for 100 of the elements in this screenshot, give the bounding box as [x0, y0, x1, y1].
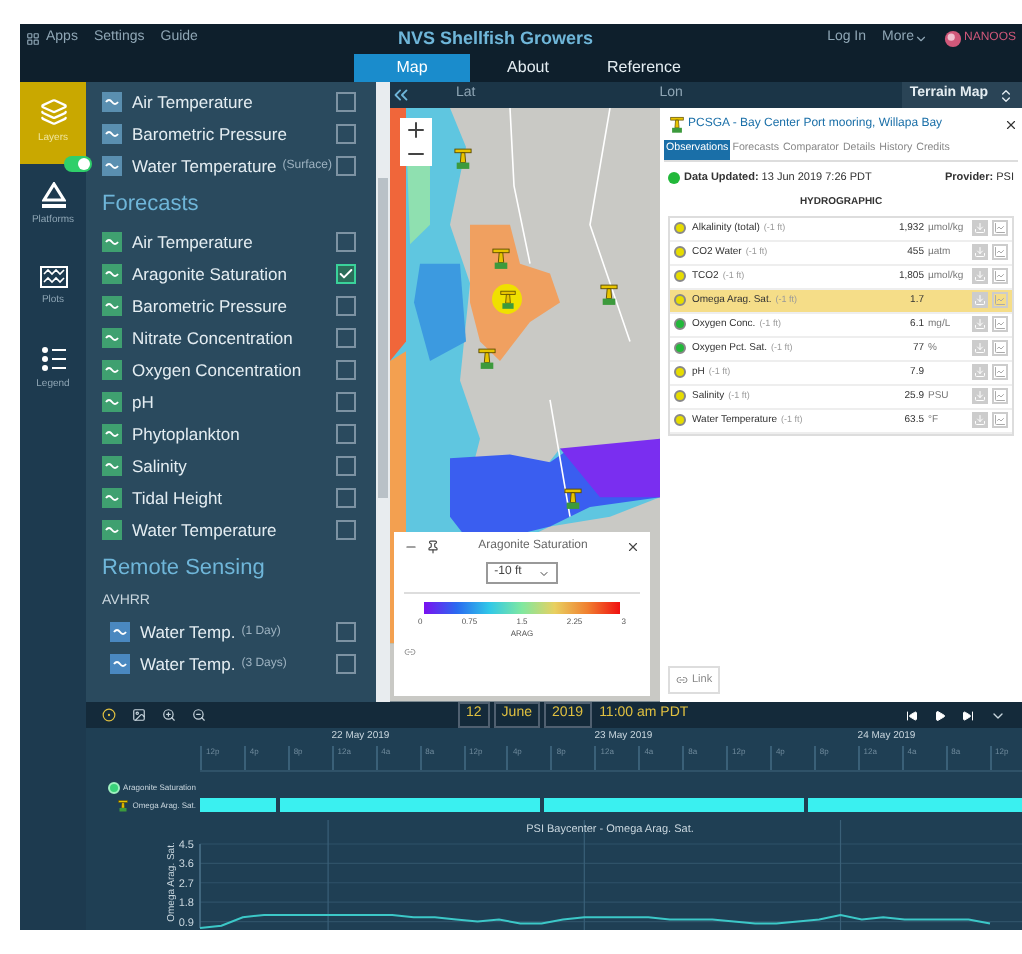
- tower-icon: [492, 248, 510, 271]
- wave-tile-icon: [102, 328, 122, 349]
- chart-button[interactable]: [992, 364, 1008, 381]
- link-icon[interactable]: [404, 646, 416, 658]
- section-heading: Forecasts: [102, 189, 201, 220]
- checkbox[interactable]: [336, 92, 356, 113]
- minimize-icon[interactable]: [404, 540, 418, 554]
- layers-icon: [39, 98, 67, 127]
- tower-icon: [454, 148, 472, 171]
- zoom-in-icon[interactable]: [162, 708, 176, 722]
- zoom-in-icon[interactable]: [404, 118, 428, 143]
- layer-label[interactable]: Salinity: [132, 453, 187, 480]
- checkbox[interactable]: [336, 156, 356, 177]
- download-button[interactable]: [972, 388, 988, 405]
- layer-label[interactable]: Nitrate Concentration: [132, 325, 293, 352]
- layer-label[interactable]: Tidal Height: [132, 485, 223, 512]
- checkbox[interactable]: [336, 654, 356, 675]
- wave-tile-icon: [110, 654, 130, 675]
- layer-label[interactable]: Aragonite Saturation: [132, 261, 287, 288]
- checkbox[interactable]: [336, 264, 356, 285]
- wave-tile-icon: [102, 488, 122, 509]
- download-button[interactable]: [972, 364, 988, 381]
- chart-button[interactable]: [992, 316, 1008, 333]
- wave-tile-icon: [102, 156, 122, 177]
- tower-icon: [600, 284, 618, 307]
- skip-forward-icon[interactable]: [962, 709, 974, 721]
- checkbox[interactable]: [336, 392, 356, 413]
- checkbox[interactable]: [336, 622, 356, 643]
- chart-button[interactable]: [992, 412, 1008, 429]
- coverage-bar: [200, 798, 276, 812]
- tower-icon: [118, 799, 129, 811]
- checkbox[interactable]: [336, 520, 356, 541]
- zoom-out-icon[interactable]: [192, 708, 206, 722]
- updown-icon: [998, 87, 1014, 104]
- scrollbar[interactable]: [376, 82, 390, 702]
- wave-tile-icon: [102, 264, 122, 285]
- layer-label[interactable]: pH: [132, 389, 154, 416]
- layer-label[interactable]: Barometric Pressure: [132, 121, 287, 148]
- image-icon[interactable]: [132, 708, 146, 722]
- close-icon[interactable]: [626, 540, 640, 554]
- toggle-switch[interactable]: [64, 156, 92, 173]
- layer-label[interactable]: Barometric Pressure: [132, 293, 287, 320]
- skip-back-icon[interactable]: [906, 709, 918, 721]
- wave-tile-icon: [110, 622, 130, 643]
- wave-tile-icon: [102, 360, 122, 381]
- checkbox[interactable]: [336, 232, 356, 253]
- chart-button[interactable]: [992, 244, 1008, 261]
- checkbox[interactable]: [336, 124, 356, 145]
- wave-tile-icon: [102, 520, 122, 541]
- layer-label[interactable]: Air Temperature: [132, 229, 253, 256]
- download-button[interactable]: [972, 316, 988, 333]
- download-button[interactable]: [972, 292, 988, 309]
- chart-button[interactable]: [992, 388, 1008, 405]
- list-icon: [41, 345, 65, 372]
- pin-icon[interactable]: [426, 540, 440, 554]
- play-icon[interactable]: [934, 709, 946, 721]
- checkbox[interactable]: [336, 360, 356, 381]
- layer-label[interactable]: Water Temperature: [132, 517, 277, 544]
- grid-icon: [26, 31, 40, 46]
- chart-button[interactable]: [992, 220, 1008, 237]
- wave-tile-icon: [102, 124, 122, 145]
- wave-tile-icon: [102, 232, 122, 253]
- chart-button[interactable]: [992, 268, 1008, 285]
- download-button[interactable]: [972, 220, 988, 237]
- layer-label[interactable]: Air Temperature: [132, 89, 253, 116]
- wave-tile-icon: [102, 456, 122, 477]
- layer-label[interactable]: Oxygen Concentration: [132, 357, 302, 384]
- close-icon[interactable]: [1004, 118, 1018, 133]
- tower-icon: [478, 348, 496, 371]
- collapse-icon[interactable]: [390, 84, 412, 107]
- tower-icon: [564, 488, 582, 511]
- download-button[interactable]: [972, 412, 988, 429]
- section-heading: Remote Sensing: [102, 553, 267, 584]
- wave-tile-icon: [102, 424, 122, 445]
- download-button[interactable]: [972, 340, 988, 357]
- checkbox[interactable]: [336, 328, 356, 349]
- nav-tab[interactable]: Map: [354, 53, 470, 83]
- nav-tab[interactable]: Reference: [586, 53, 702, 83]
- link-icon: [676, 673, 688, 686]
- wave-tile-icon: [102, 392, 122, 413]
- caret-icon: [913, 31, 928, 46]
- checkbox[interactable]: [336, 456, 356, 477]
- layer-toggle-icon[interactable]: [102, 708, 116, 722]
- triangle-icon: [41, 181, 65, 208]
- layer-label[interactable]: Water Temp.: [140, 651, 236, 678]
- nav-tab[interactable]: About: [470, 53, 586, 83]
- download-button[interactable]: [972, 268, 988, 285]
- layer-label[interactable]: Water Temp.: [140, 619, 236, 646]
- plot-icon: [39, 265, 67, 288]
- chart-button[interactable]: [992, 340, 1008, 357]
- download-button[interactable]: [972, 244, 988, 261]
- caret-icon: [537, 567, 550, 579]
- layer-label[interactable]: Water Temperature: [132, 153, 277, 180]
- y-axis-line: [199, 843, 201, 929]
- checkbox[interactable]: [336, 424, 356, 445]
- checkbox[interactable]: [336, 488, 356, 509]
- checkbox[interactable]: [336, 296, 356, 317]
- layer-label[interactable]: Phytoplankton: [132, 421, 240, 448]
- chart-button[interactable]: [992, 292, 1008, 309]
- tower-icon: [670, 116, 684, 135]
